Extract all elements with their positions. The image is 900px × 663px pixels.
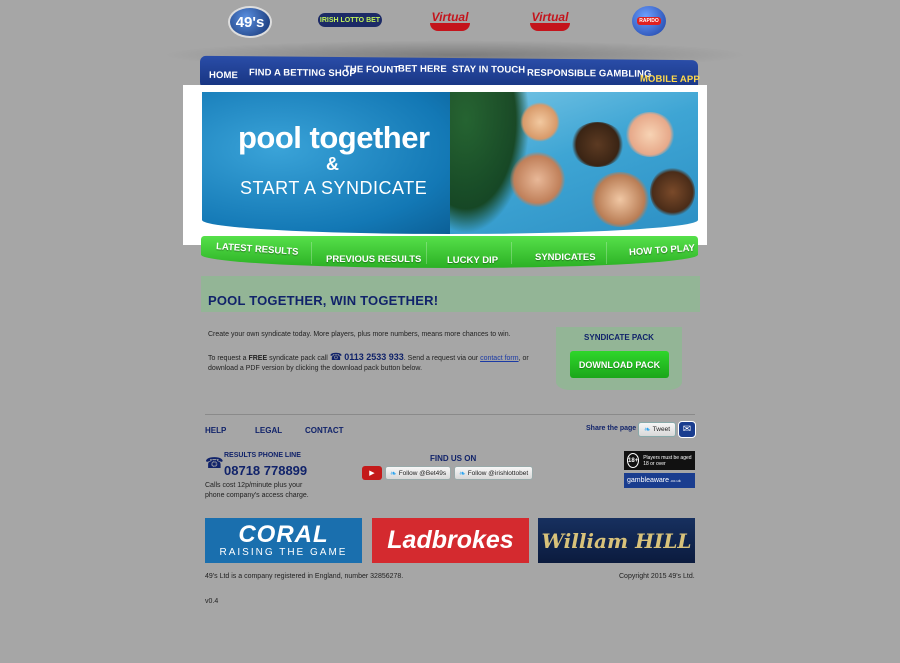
virtual-logo-swoosh bbox=[430, 23, 470, 31]
syndicate-phone-number: 0113 2533 933 bbox=[344, 352, 404, 362]
request-prefix: To request a bbox=[208, 355, 249, 362]
bet49s-logo-text: 49's bbox=[235, 13, 265, 31]
nav-bet-here[interactable]: BET HERE bbox=[398, 64, 447, 75]
request-mid: syndicate pack call bbox=[267, 355, 330, 362]
twitter-bird-icon: ❧ bbox=[643, 425, 651, 434]
person-image bbox=[590, 172, 650, 227]
ladbrokes-logo[interactable]: Ladbrokes bbox=[372, 518, 529, 563]
banner-subheadline: START A SYNDICATE bbox=[240, 178, 428, 198]
subnav-divider bbox=[311, 242, 312, 264]
bet49s-logo[interactable]: 49's bbox=[228, 6, 272, 38]
banner-ampersand: & bbox=[326, 154, 339, 174]
share-label: Share the page bbox=[586, 425, 637, 432]
twitter-bird-icon: ❧ bbox=[390, 468, 397, 478]
envelope-icon: ✉ bbox=[682, 424, 692, 435]
subnav-divider bbox=[606, 242, 607, 264]
nav-responsible-gambling[interactable]: RESPONSIBLE GAMBLING bbox=[527, 68, 651, 80]
virtual-greyhound-logo[interactable]: Virtual bbox=[528, 6, 572, 36]
footer-legal-link[interactable]: LEGAL bbox=[255, 426, 282, 435]
gambleaware-text: gambleaware bbox=[627, 477, 670, 484]
email-share-button[interactable]: ✉ bbox=[678, 421, 696, 438]
age-18-icon: 18+ bbox=[627, 453, 640, 468]
company-registration-text: 49's Ltd is a company registered in Engl… bbox=[205, 573, 404, 580]
syndicate-pack-box: SYNDICATE PACK DOWNLOAD PACK bbox=[556, 327, 682, 390]
subnav-previous-results[interactable]: PREVIOUS RESULTS bbox=[326, 254, 421, 265]
ladbrokes-wordmark: Ladbrokes bbox=[387, 526, 514, 554]
william-hill-logo[interactable]: William HILL bbox=[538, 518, 695, 563]
coral-tagline: RAISING THE GAME bbox=[219, 547, 348, 558]
follow-bet49s-button[interactable]: ❧ Follow @Bet49s bbox=[385, 466, 452, 480]
virtual-logo-text: Virtual bbox=[431, 10, 469, 24]
william-hill-wordmark: William HILL bbox=[541, 528, 692, 553]
age-restriction-badge: 18+ Players must be aged 18 or over bbox=[624, 451, 695, 470]
subnav-divider bbox=[426, 242, 427, 264]
phone-icon: ☎ bbox=[205, 455, 224, 472]
tweet-label: Tweet bbox=[652, 426, 671, 433]
coral-wordmark: CORAL bbox=[238, 521, 329, 548]
youtube-icon[interactable]: ▶ bbox=[362, 466, 382, 480]
person-image bbox=[625, 112, 675, 157]
rapido-logo-text: RAPIDO bbox=[637, 17, 661, 25]
irish-lotto-bet-logo[interactable]: IRISH LOTTO BET bbox=[318, 13, 382, 27]
copyright-text: Copyright 2015 49's Ltd. bbox=[619, 573, 695, 580]
nav-home[interactable]: HOME bbox=[209, 70, 238, 81]
syndicate-banner[interactable]: pool together & START A SYNDICATE bbox=[202, 92, 698, 234]
twitter-bird-icon: ❧ bbox=[459, 468, 466, 478]
subnav-latest-results[interactable]: LATEST RESULTS bbox=[216, 241, 299, 258]
coral-logo[interactable]: CORAL RAISING THE GAME bbox=[205, 518, 362, 563]
request-free: FREE bbox=[248, 355, 268, 362]
request-after-phone: . Send a request via our bbox=[403, 355, 481, 362]
age-restriction-text: Players must be aged 18 or over bbox=[643, 454, 692, 467]
nav-the-fount[interactable]: THE FOUNT bbox=[344, 64, 399, 75]
page-title: POOL TOGETHER, WIN TOGETHER! bbox=[208, 293, 439, 308]
request-text: To request a FREE syndicate pack call ☎ … bbox=[208, 352, 553, 374]
nav-mobile-app[interactable]: MOBILE APP bbox=[640, 74, 700, 86]
call-cost-note: Calls cost 12p/minute plus your phone co… bbox=[205, 482, 309, 499]
gambleaware-domain: .co.uk bbox=[670, 478, 681, 483]
follow-bet49s-label: Follow @Bet49s bbox=[398, 469, 447, 477]
nav-stay-in-touch[interactable]: STAY IN TOUCH bbox=[452, 64, 525, 76]
download-pack-button[interactable]: DOWNLOAD PACK bbox=[570, 351, 669, 378]
results-phone-number: 08718 778899 bbox=[224, 463, 308, 478]
person-image bbox=[510, 152, 565, 207]
virtual-horse-racing-logo[interactable]: Virtual bbox=[428, 6, 472, 36]
virtual-logo-swoosh bbox=[530, 23, 570, 31]
nav-find-betting-shop[interactable]: FIND A BETTING SHOP bbox=[249, 67, 356, 79]
footer-contact-link[interactable]: CONTACT bbox=[305, 426, 344, 435]
person-image bbox=[520, 102, 560, 142]
irish-lotto-logo-text: IRISH LOTTO BET bbox=[319, 16, 381, 24]
footer-divider bbox=[205, 414, 695, 415]
banner-photo bbox=[450, 92, 698, 234]
follow-irishlottobet-button[interactable]: ❧ Follow @irishlottobet bbox=[454, 466, 534, 480]
version-text: v0.4 bbox=[205, 598, 219, 605]
results-phone-label: RESULTS PHONE LINE bbox=[224, 452, 301, 459]
person-image bbox=[650, 167, 695, 217]
person-image bbox=[570, 122, 625, 167]
intro-text: Create your own syndicate today. More pl… bbox=[208, 331, 511, 338]
phone-icon: ☎ bbox=[329, 352, 343, 363]
banner-headline: pool together bbox=[238, 120, 430, 155]
results-subnav: LATEST RESULTS PREVIOUS RESULTS LUCKY DI… bbox=[201, 236, 698, 268]
rapido-logo[interactable]: RAPIDO bbox=[632, 6, 666, 36]
gambleaware-logo[interactable]: gambleaware .co.uk bbox=[624, 473, 695, 488]
find-us-label: FIND US ON bbox=[430, 454, 477, 463]
page-title-strip: POOL TOGETHER, WIN TOGETHER! bbox=[201, 276, 700, 312]
footer-help-link[interactable]: HELP bbox=[205, 426, 226, 435]
subnav-syndicates[interactable]: SYNDICATES bbox=[535, 252, 596, 263]
banner-water-panel: pool together & START A SYNDICATE bbox=[202, 92, 452, 234]
subnav-how-to-play[interactable]: HOW TO PLAY bbox=[629, 243, 696, 259]
subnav-lucky-dip[interactable]: LUCKY DIP bbox=[447, 255, 498, 266]
follow-irishlottobet-label: Follow @irishlottobet bbox=[467, 469, 529, 477]
contact-form-link[interactable]: contact form bbox=[480, 355, 519, 362]
syndicate-pack-title: SYNDICATE PACK bbox=[584, 333, 654, 342]
subnav-divider bbox=[511, 242, 512, 264]
tweet-button[interactable]: ❧ Tweet bbox=[638, 422, 676, 437]
virtual-logo-text: Virtual bbox=[531, 10, 569, 24]
